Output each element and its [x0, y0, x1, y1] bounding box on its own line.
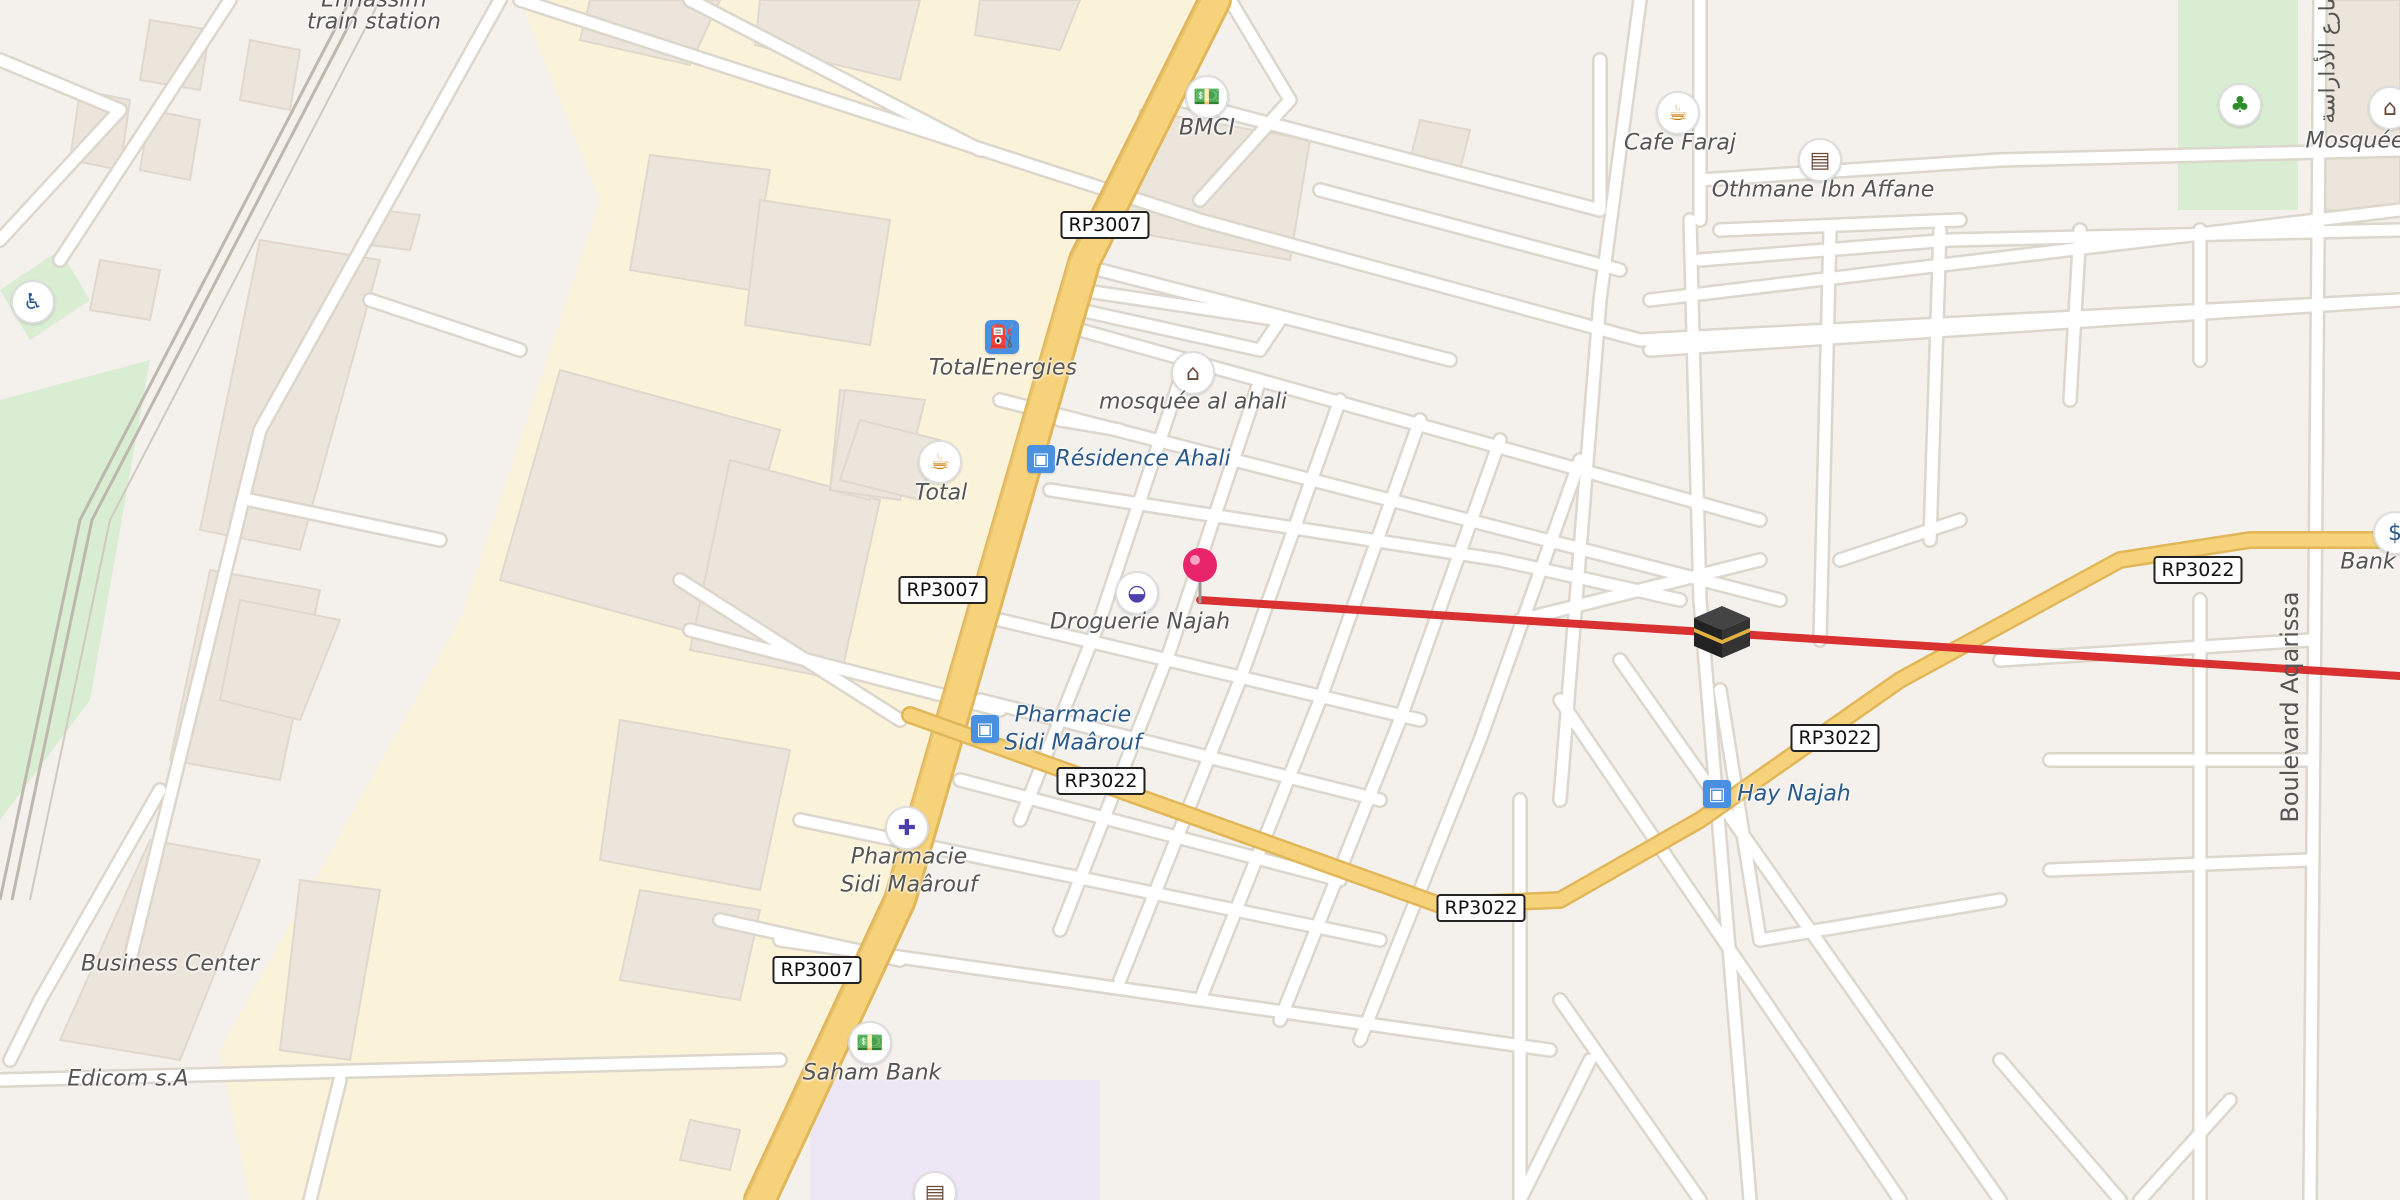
label-train-station: train station: [307, 9, 441, 35]
label-business-center[interactable]: Business Center: [81, 950, 259, 978]
bus-icon[interactable]: ▣: [1703, 780, 1731, 808]
label-pharmacie-line1[interactable]: Pharmacie: [851, 843, 967, 871]
label-saham-bank[interactable]: Saham Bank: [803, 1059, 942, 1087]
label-totalenergies[interactable]: TotalEnergies: [929, 354, 1077, 382]
road-shield-rp3022: RP3022: [2153, 556, 2243, 584]
label-bmci[interactable]: BMCI: [1179, 114, 1235, 142]
wheelchair-icon[interactable]: ♿: [11, 280, 55, 324]
label-pharmacie-bus-line2[interactable]: Sidi Maârouf: [1004, 729, 1141, 757]
map-base-layer: [0, 0, 2400, 1200]
label-droguerie-najah[interactable]: Droguerie Najah: [1050, 608, 1230, 636]
banknote-icon[interactable]: 💵: [1185, 75, 1229, 119]
label-total[interactable]: Total: [915, 479, 967, 507]
coffee-cup-icon[interactable]: ☕: [918, 440, 962, 484]
fuel-pump-icon[interactable]: ⛽: [985, 320, 1019, 354]
road-shield-rp3022: RP3022: [1790, 724, 1880, 752]
label-edicom[interactable]: Edicom s.A: [67, 1065, 188, 1093]
street-label-arabic: شارع الأداراسة: [2315, 0, 2341, 124]
map-canvas[interactable]: 💵 ☕ ▤ ♣ ⌂ ⛽ ⌂ ☕ ▣ ◒ ▣ ✚ ▣ 💵 ♿ ▤ $ RP3007…: [0, 0, 2400, 1200]
road-shield-rp3022: RP3022: [1436, 894, 1526, 922]
label-hay-najah[interactable]: Hay Najah: [1737, 780, 1851, 808]
road-shield-rp3007: RP3007: [1060, 211, 1150, 239]
label-othmane-ibn-affane[interactable]: Othmane Ibn Affane: [1712, 176, 1935, 204]
label-mosquee-al-ahali[interactable]: mosquée al ahali: [1099, 388, 1287, 416]
bus-icon[interactable]: ▣: [971, 715, 999, 743]
road-shield-rp3022: RP3022: [1056, 767, 1146, 795]
road-shield-rp3007: RP3007: [898, 576, 988, 604]
label-pharmacie-line2[interactable]: Sidi Maârouf: [840, 871, 977, 899]
label-mosquee[interactable]: Mosquée: [2306, 127, 2400, 155]
label-pharmacie-bus-line1[interactable]: Pharmacie: [1015, 701, 1131, 729]
label-cafe-faraj[interactable]: Cafe Faraj: [1624, 129, 1736, 157]
road-shield-rp3007: RP3007: [772, 956, 862, 984]
tree-icon[interactable]: ♣: [2218, 83, 2262, 127]
campus-area: [810, 1080, 1100, 1200]
label-bank[interactable]: Bank: [2340, 548, 2395, 576]
label-residence-ahali[interactable]: Résidence Ahali: [1055, 445, 1230, 473]
bus-icon[interactable]: ▣: [1027, 445, 1055, 473]
street-label-boulevard-aqarissa: Boulevard Aqarissa: [2276, 591, 2304, 823]
